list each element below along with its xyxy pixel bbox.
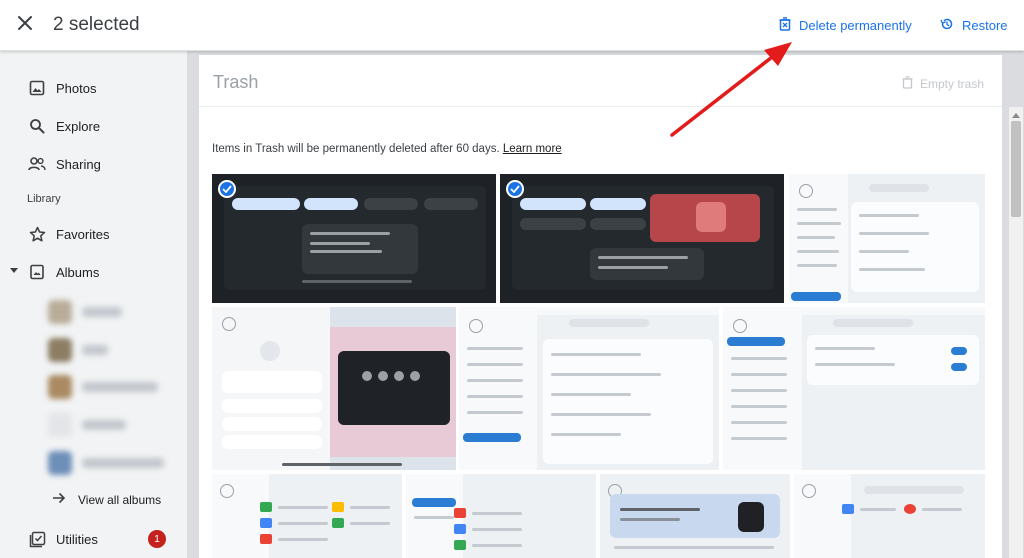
library-heading: Library <box>27 193 61 205</box>
delete-permanently-button[interactable]: Delete permanently <box>779 17 912 34</box>
delete-forever-icon <box>779 17 791 34</box>
photo-thumbnail[interactable] <box>212 307 456 470</box>
restore-icon <box>940 17 954 34</box>
empty-trash-button[interactable]: Empty trash <box>902 76 984 92</box>
photo-thumbnail[interactable] <box>212 174 496 303</box>
album-item[interactable] <box>48 336 108 364</box>
checklist-icon <box>27 529 47 549</box>
sidebar-item-favorites[interactable]: Favorites <box>0 219 187 249</box>
sidebar-item-albums[interactable]: Albums <box>0 257 187 287</box>
sidebar-item-explore[interactable]: Explore <box>0 111 187 141</box>
view-all-albums-link[interactable]: View all albums <box>52 492 161 507</box>
sidebar-item-label: Albums <box>56 264 100 280</box>
learn-more-link[interactable]: Learn more <box>503 143 562 155</box>
sidebar-item-label: Explore <box>56 118 101 134</box>
album-item[interactable] <box>48 411 126 439</box>
sidebar-item-sharing[interactable]: Sharing <box>0 149 187 179</box>
empty-trash-label: Empty trash <box>920 77 985 91</box>
selected-check-icon[interactable] <box>506 180 524 198</box>
sidebar-item-label: Sharing <box>56 156 101 172</box>
selected-count: 2 selected <box>53 14 140 35</box>
selection-toolbar: 2 selected Delete permanently Restore <box>0 0 1024 51</box>
sidebar: Photos Explore Sharing Library Favorites… <box>0 51 187 558</box>
view-all-albums-label: View all albums <box>78 492 162 507</box>
arrow-right-icon <box>52 492 66 507</box>
restore-label: Restore <box>962 18 1008 33</box>
trash-card: Trash Empty trash Items in Trash will be… <box>199 55 1023 558</box>
search-icon <box>27 116 47 136</box>
scroll-up-arrow-icon[interactable] <box>1012 113 1020 118</box>
photo-thumbnail[interactable] <box>723 307 985 470</box>
sidebar-item-label: Utilities <box>56 531 98 547</box>
star-icon <box>27 224 47 244</box>
trash-info-text: Items in Trash will be permanently delet… <box>212 143 562 155</box>
delete-permanently-label: Delete permanently <box>799 18 912 33</box>
main-area: Trash Empty trash Items in Trash will be… <box>187 51 1024 558</box>
close-icon <box>17 15 33 36</box>
album-item[interactable] <box>48 298 122 326</box>
album-icon <box>27 262 47 282</box>
sidebar-item-photos[interactable]: Photos <box>0 73 187 103</box>
utilities-badge: 1 <box>148 530 166 548</box>
album-item[interactable] <box>48 373 158 401</box>
photo-thumbnail[interactable] <box>212 474 402 558</box>
photo-thumbnail[interactable] <box>500 174 784 303</box>
album-item[interactable] <box>48 449 164 477</box>
photo-thumbnail[interactable] <box>600 474 790 558</box>
photo-thumbnail[interactable] <box>459 307 719 470</box>
page-title: Trash <box>213 72 259 92</box>
trash-info-message: Items in Trash will be permanently delet… <box>212 143 500 155</box>
photo-icon <box>27 78 47 98</box>
close-selection-button[interactable] <box>13 13 37 37</box>
sidebar-item-label: Photos <box>56 80 97 96</box>
sidebar-item-label: Favorites <box>56 226 110 242</box>
selected-check-icon[interactable] <box>218 180 236 198</box>
photo-thumbnail[interactable] <box>789 174 985 303</box>
restore-button[interactable]: Restore <box>940 17 1008 34</box>
trash-header: Trash Empty trash <box>199 55 1002 107</box>
photo-thumbnail[interactable] <box>794 474 985 558</box>
scrollbar-thumb[interactable] <box>1011 121 1021 217</box>
delete-icon <box>902 76 913 92</box>
photo-thumbnail[interactable] <box>406 474 596 558</box>
people-icon <box>27 154 47 174</box>
